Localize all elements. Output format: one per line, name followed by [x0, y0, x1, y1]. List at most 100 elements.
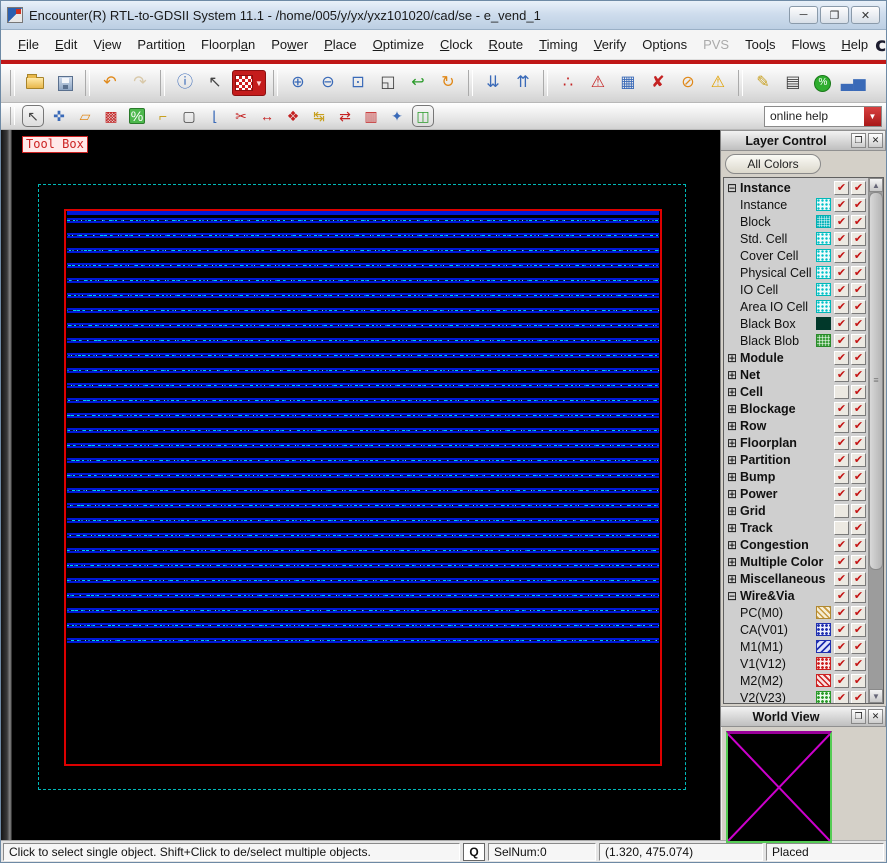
- expand-icon[interactable]: ⊞: [727, 352, 740, 364]
- expand-icon[interactable]: ⊞: [727, 556, 740, 568]
- selectability-checkbox[interactable]: ✔: [851, 401, 866, 416]
- unplace-button[interactable]: ✘: [645, 70, 671, 96]
- visibility-checkbox[interactable]: ✔: [834, 367, 849, 382]
- expand-icon[interactable]: ⊞: [727, 522, 740, 534]
- minimize-button[interactable]: ─: [789, 6, 818, 24]
- summary-report-button[interactable]: ▤: [780, 70, 806, 96]
- world-view-content[interactable]: [721, 727, 886, 843]
- maximize-button[interactable]: ❐: [820, 6, 849, 24]
- visibility-checkbox[interactable]: ✔: [834, 452, 849, 467]
- edit-highlight-button[interactable]: ✎: [750, 70, 776, 96]
- expand-icon[interactable]: ⊞: [727, 488, 740, 500]
- layer-row[interactable]: ⊞ Grid ✔: [724, 502, 868, 519]
- layer-row[interactable]: Instance ✔ ✔: [724, 196, 868, 213]
- collapse-icon[interactable]: ⊟: [727, 590, 740, 602]
- menu-flows[interactable]: Flows: [784, 33, 832, 56]
- layer-row[interactable]: ⊞ Power ✔ ✔: [724, 485, 868, 502]
- visibility-checkbox[interactable]: ✔: [834, 350, 849, 365]
- layer-row[interactable]: ⊞ Congestion ✔ ✔: [724, 536, 868, 553]
- redraw-button[interactable]: ↻: [435, 70, 461, 96]
- help-combo[interactable]: online help ▼: [764, 105, 882, 127]
- query-button[interactable]: Q: [463, 842, 485, 861]
- all-colors-button[interactable]: All Colors: [725, 154, 821, 174]
- visibility-checkbox[interactable]: ✔: [834, 554, 849, 569]
- expand-icon[interactable]: ⊞: [727, 386, 740, 398]
- layer-row[interactable]: Black Blob ✔ ✔: [724, 332, 868, 349]
- create-blockage-button[interactable]: ▩: [100, 105, 122, 127]
- world-view-float-button[interactable]: ❐: [851, 709, 866, 724]
- scrollbar-thumb[interactable]: ≡: [869, 192, 883, 570]
- visibility-checkbox[interactable]: ✔: [834, 214, 849, 229]
- expand-icon[interactable]: ⊞: [727, 505, 740, 517]
- visibility-checkbox[interactable]: ✔: [834, 605, 849, 620]
- menu-timing[interactable]: Timing: [532, 33, 585, 56]
- layer-row[interactable]: M1(M1) ✔ ✔: [724, 638, 868, 655]
- selectability-checkbox[interactable]: ✔: [851, 265, 866, 280]
- visibility-checkbox[interactable]: ✔: [834, 435, 849, 450]
- selectability-checkbox[interactable]: ✔: [851, 435, 866, 450]
- layer-row[interactable]: ⊟ Wire&Via ✔ ✔: [724, 587, 868, 604]
- layer-row[interactable]: ⊞ Multiple Color ✔ ✔: [724, 553, 868, 570]
- visibility-checkbox[interactable]: ✔: [834, 690, 849, 703]
- zoom-fit-button[interactable]: ⊡: [345, 70, 371, 96]
- menu-view[interactable]: View: [86, 33, 128, 56]
- visibility-checkbox[interactable]: ✔: [834, 180, 849, 195]
- edit-mode-button[interactable]: ↖: [202, 70, 228, 96]
- expand-icon[interactable]: ⊞: [727, 471, 740, 483]
- statistics-button[interactable]: ▃▅: [840, 70, 867, 96]
- menu-verify[interactable]: Verify: [587, 33, 634, 56]
- layer-row[interactable]: ⊟ Instance ✔ ✔: [724, 179, 868, 196]
- world-view-close-button[interactable]: ✕: [868, 709, 883, 724]
- layer-row[interactable]: PC(M0) ✔ ✔: [724, 604, 868, 621]
- stretch-wire-button[interactable]: ↔: [256, 105, 278, 127]
- visibility-checkbox[interactable]: ✔: [834, 639, 849, 654]
- selectability-checkbox[interactable]: ✔: [851, 622, 866, 637]
- menu-tools[interactable]: Tools: [738, 33, 782, 56]
- visibility-checkbox[interactable]: ✔: [834, 588, 849, 603]
- selectability-checkbox[interactable]: ✔: [851, 639, 866, 654]
- visibility-checkbox[interactable]: ✔: [834, 316, 849, 331]
- violation-browser-button[interactable]: ⚠: [585, 70, 611, 96]
- layer-row[interactable]: ⊞ Miscellaneous ✔ ✔: [724, 570, 868, 587]
- visibility-checkbox[interactable]: [834, 384, 849, 399]
- combo-arrow-icon[interactable]: ▼: [864, 106, 881, 126]
- layer-row[interactable]: ⊞ Cell ✔: [724, 383, 868, 400]
- previous-view-button[interactable]: ↩: [405, 70, 431, 96]
- selectability-checkbox[interactable]: ✔: [851, 469, 866, 484]
- layer-row[interactable]: V2(V23) ✔ ✔: [724, 689, 868, 703]
- layer-row[interactable]: Area IO Cell ✔ ✔: [724, 298, 868, 315]
- layer-control-close-button[interactable]: ✕: [868, 133, 883, 148]
- layer-color-swatch[interactable]: [816, 249, 831, 262]
- layer-row[interactable]: ⊞ Track ✔: [724, 519, 868, 536]
- world-view-header[interactable]: World View ❐ ✕: [721, 706, 886, 727]
- clear-ruler-button[interactable]: ⊘: [675, 70, 701, 96]
- scrollbar-track[interactable]: ≡: [869, 192, 883, 689]
- scroll-down-icon[interactable]: ▼: [869, 689, 883, 703]
- layer-color-swatch[interactable]: [816, 657, 831, 670]
- open-design-button[interactable]: [22, 70, 48, 96]
- layer-color-swatch[interactable]: [816, 198, 831, 211]
- save-design-button[interactable]: [52, 70, 78, 96]
- layer-row[interactable]: ⊞ Partition ✔ ✔: [724, 451, 868, 468]
- layer-control-float-button[interactable]: ❐: [851, 133, 866, 148]
- stretch-region-button[interactable]: ⌊: [204, 105, 226, 127]
- ruler-tool-button[interactable]: ▱: [74, 105, 96, 127]
- selectability-checkbox[interactable]: ✔: [851, 486, 866, 501]
- layer-row[interactable]: CA(V01) ✔ ✔: [724, 621, 868, 638]
- selectability-checkbox[interactable]: ✔: [851, 588, 866, 603]
- collapse-icon[interactable]: ⊟: [727, 182, 740, 194]
- menu-help[interactable]: Help: [834, 33, 875, 56]
- menu-edit[interactable]: Edit: [48, 33, 84, 56]
- layer-color-swatch[interactable]: [816, 640, 831, 653]
- selectability-checkbox[interactable]: ✔: [851, 299, 866, 314]
- selectability-checkbox[interactable]: ✔: [851, 248, 866, 263]
- design-xplore-button[interactable]: ✦: [386, 105, 408, 127]
- menu-route[interactable]: Route: [481, 33, 530, 56]
- design-down-hierarchy-button[interactable]: ⇊: [480, 70, 506, 96]
- layer-color-swatch[interactable]: [816, 266, 831, 279]
- layer-bars-button[interactable]: ◫: [412, 105, 434, 127]
- layer-color-swatch[interactable]: [816, 300, 831, 313]
- visibility-checkbox[interactable]: ✔: [834, 537, 849, 552]
- menu-options[interactable]: Options: [635, 33, 694, 56]
- layer-row[interactable]: ⊞ Net ✔ ✔: [724, 366, 868, 383]
